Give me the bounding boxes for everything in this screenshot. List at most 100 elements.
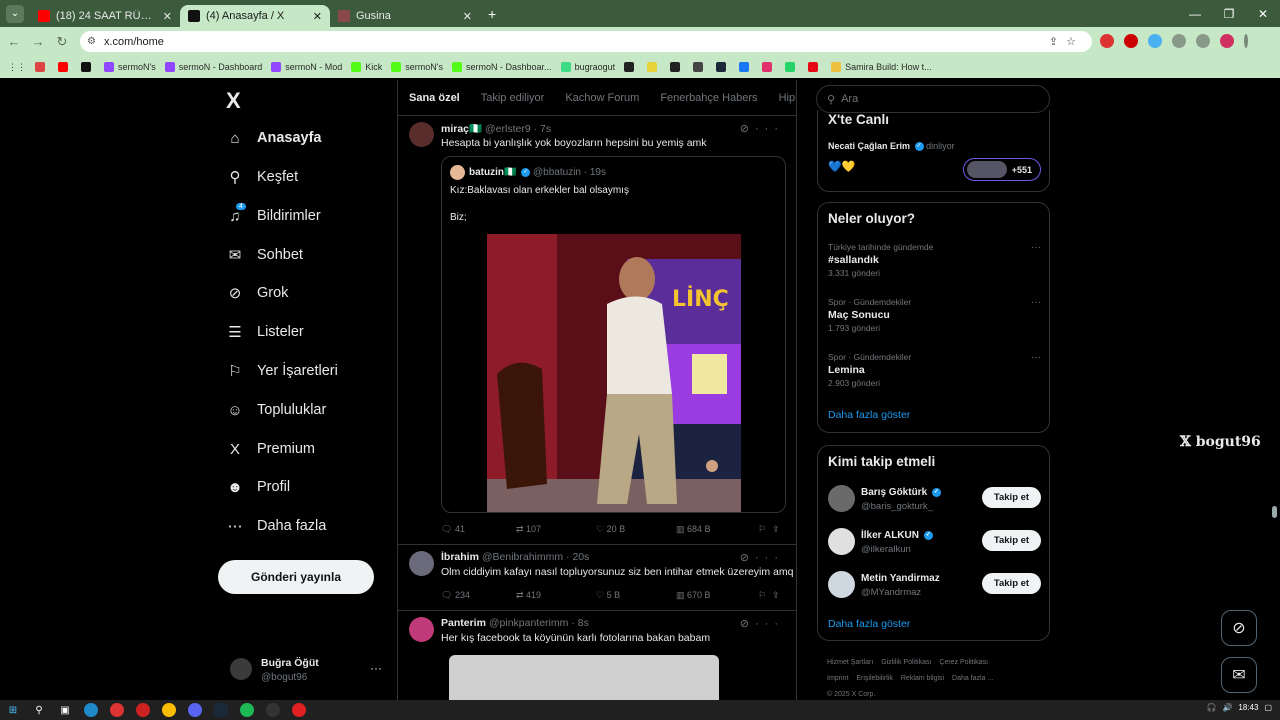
scrollbar-thumb[interactable] <box>1272 506 1277 518</box>
sidebar-item-profile[interactable]: ☻ Profil <box>226 473 290 501</box>
footer-link[interactable]: Daha fazla ... <box>952 675 993 682</box>
bookmark-item[interactable] <box>670 62 684 72</box>
notifications-icon[interactable]: ▢ <box>1264 703 1272 712</box>
video-thumbnail[interactable]: LİNÇ <box>487 234 741 512</box>
more-icon[interactable]: ··· <box>370 661 382 675</box>
browser-tab-x[interactable]: (4) Anasayfa / X ✕ <box>180 5 330 27</box>
tab-close-icon[interactable]: ✕ <box>163 10 172 23</box>
sidebar-item-search[interactable]: ⚲ Keşfet <box>226 163 299 191</box>
tab-close-icon[interactable]: ✕ <box>313 10 322 23</box>
author-name[interactable]: miraç🇳🇬 <box>441 123 482 135</box>
spotify-icon[interactable] <box>240 703 254 717</box>
steam-icon[interactable] <box>214 703 228 717</box>
bookmark-item[interactable]: sermoN - Dashboard <box>164 62 262 72</box>
browser-tab-gusina[interactable]: Gusina ✕ <box>330 5 480 27</box>
bookmark-item[interactable]: bugraogut <box>560 62 615 72</box>
tab-fenerbahce-habers[interactable]: Fenerbahçe Habers <box>660 92 757 104</box>
tweet-time[interactable]: · 7s <box>534 123 552 135</box>
trend-item[interactable]: Türkiye tarihinde gündemde #sallandık 3.… <box>828 242 1041 278</box>
headset-icon[interactable]: 🎧 <box>1206 703 1216 712</box>
chrome-icon[interactable] <box>162 703 176 717</box>
bookmark-item[interactable] <box>647 62 661 72</box>
bookmark-icon[interactable]: ⚐ <box>758 524 772 535</box>
sidebar-item-x-premium[interactable]: X Premium <box>226 435 315 463</box>
app-icon[interactable] <box>266 703 280 717</box>
bookmark-item[interactable]: sermoN's <box>391 62 443 72</box>
tab-following[interactable]: Takip ediliyor <box>481 92 545 104</box>
show-more-trends[interactable]: Daha fazla göster <box>828 409 910 421</box>
post-button[interactable]: Gönderi yayınla <box>218 560 374 594</box>
trend-item[interactable]: Spor · Gündemdekiler Lemina 2.903 gönder… <box>828 352 1041 388</box>
follow-suggestion[interactable]: Metin Yandirmaz @MYandrmaz Takip et <box>828 571 1041 601</box>
windows-start-icon[interactable]: ⊞ <box>6 703 20 717</box>
task-view-icon[interactable]: ▣ <box>58 703 72 717</box>
grok-more-icons[interactable]: ⊘··· <box>740 551 784 564</box>
apps-grid-icon[interactable]: ⋮⋮ <box>8 62 26 73</box>
bookmark-item[interactable]: sermoN's <box>104 62 156 72</box>
footer-link[interactable]: Erişilebilirlik <box>856 675 893 682</box>
bookmark-item[interactable]: Kick <box>351 62 382 72</box>
follow-suggestion[interactable]: İlker ALKUN ✓ @ilkeralkun Takip et <box>828 528 1041 558</box>
profile-avatar-icon[interactable] <box>1220 34 1234 48</box>
tweet[interactable]: miraç🇳🇬 @erlster9 · 7s ⊘··· Hesapta bi y… <box>398 116 796 545</box>
sidebar-item-home[interactable]: ⌂ Anasayfa <box>226 124 321 152</box>
views-button[interactable]: ▥ 684 B <box>676 524 758 535</box>
like-button[interactable]: ♡ 5 B <box>596 590 676 601</box>
app-icon[interactable] <box>136 703 150 717</box>
show-more-follow[interactable]: Daha fazla göster <box>828 618 910 630</box>
sidebar-item-bell[interactable]: ♫ 4 Bildirimler <box>226 202 321 230</box>
sidebar-item-communities[interactable]: ☺ Topluluklar <box>226 396 326 424</box>
more-icon[interactable]: ··· <box>1031 352 1041 363</box>
tweet-time[interactable]: · 8s <box>571 617 589 629</box>
bookmark-item[interactable]: sermoN - Dashboar... <box>452 62 552 72</box>
x-logo[interactable]: X <box>226 88 241 114</box>
app-icon[interactable] <box>110 703 124 717</box>
tab-for-you[interactable]: Sana özel <box>409 92 460 104</box>
sidebar-item-more-circle[interactable]: ⋯ Daha fazla <box>226 512 327 540</box>
site-info-icon[interactable]: ⚙ <box>87 36 96 47</box>
share-icon[interactable]: ⇪ <box>772 590 780 601</box>
kebab-menu-icon[interactable] <box>1244 34 1248 48</box>
listener-count[interactable]: +551 <box>963 158 1041 181</box>
extension-icon[interactable] <box>1124 34 1138 48</box>
sidebar-item-list[interactable]: ☰ Listeler <box>226 318 303 346</box>
tab-search-button[interactable]: ⌄ <box>6 4 24 23</box>
footer-link[interactable]: Imprint <box>827 675 848 682</box>
extension-icon[interactable] <box>1100 34 1114 48</box>
tab-close-icon[interactable]: ✕ <box>463 10 472 23</box>
follow-button[interactable]: Takip et <box>982 530 1041 551</box>
bookmark-item[interactable] <box>624 62 638 72</box>
avatar[interactable] <box>409 551 434 576</box>
quoted-tweet[interactable]: batuzin🇳🇬 ✓ @bbatuzin · 19s Kız:Baklavas… <box>441 156 786 513</box>
like-button[interactable]: ♡ 20 B <box>596 524 676 535</box>
bookmark-item[interactable] <box>762 62 776 72</box>
close-window-button[interactable]: ✕ <box>1246 0 1280 27</box>
bookmark-item[interactable] <box>739 62 753 72</box>
tweet-image[interactable] <box>449 655 719 700</box>
sidebar-item-bookmark[interactable]: ⚐ Yer İşaretleri <box>226 357 338 385</box>
bookmark-star-icon[interactable]: ⇪☆ <box>1049 35 1084 48</box>
search-icon[interactable]: ⚲ <box>32 703 46 717</box>
footer-link[interactable]: Reklam bilgisi <box>901 675 944 682</box>
new-tab-button[interactable]: + <box>488 6 496 22</box>
more-icon[interactable]: ··· <box>1031 242 1041 253</box>
grok-more-icons[interactable]: ⊘··· <box>740 122 784 135</box>
share-icon[interactable]: ⇪ <box>772 524 780 535</box>
footer-link[interactable]: Çerez Politikası <box>939 659 988 666</box>
bookmark-item[interactable] <box>35 62 49 72</box>
views-button[interactable]: ▥ 670 B <box>676 590 758 601</box>
repost-button[interactable]: ⇄ 419 <box>516 590 596 601</box>
bookmark-item[interactable] <box>716 62 730 72</box>
reply-button[interactable]: 🗨 234 <box>441 590 516 601</box>
bookmark-item[interactable]: Samira Build: How t... <box>831 62 932 72</box>
follow-button[interactable]: Takip et <box>982 573 1041 594</box>
live-card[interactable]: X'te Canlı Necati Çağlan Erim ✓ dinliyor… <box>817 110 1050 192</box>
extension-icon[interactable] <box>1148 34 1162 48</box>
more-icon[interactable]: ··· <box>1031 297 1041 308</box>
bookmark-item[interactable] <box>785 62 799 72</box>
avatar[interactable] <box>409 617 434 642</box>
volume-icon[interactable]: 🔊 <box>1222 703 1232 712</box>
tweet[interactable]: İbrahim @Benibrahimmm · 20s ⊘··· Olm cid… <box>398 545 796 611</box>
footer-link[interactable]: Gizlilik Politikası <box>881 659 931 666</box>
minimize-button[interactable]: — <box>1178 0 1212 27</box>
